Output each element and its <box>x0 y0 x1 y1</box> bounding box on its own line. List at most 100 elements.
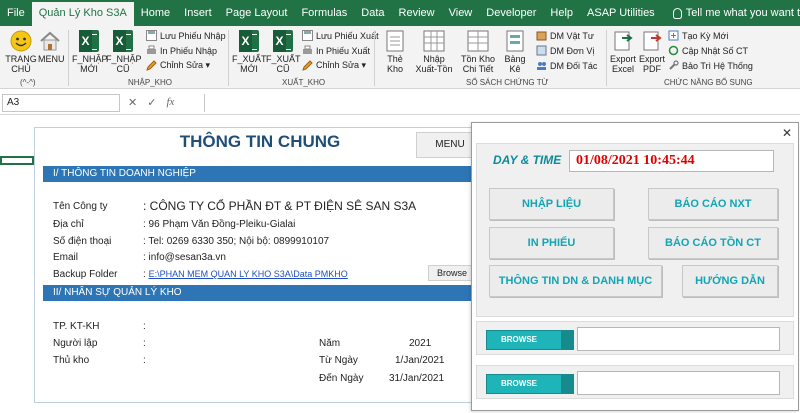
bang-ke-button[interactable]: Bảng Kê <box>500 30 530 74</box>
luu-phieu-nhap-button[interactable]: Lưu Phiếu Nhập <box>146 30 226 41</box>
tao-ky-moi-button[interactable]: Tạo Kỳ Mới <box>668 30 728 41</box>
menu-ribbon-button[interactable]: MENU <box>38 30 65 64</box>
f-nhap-moi-button[interactable]: F_NHẬP MỚI <box>72 30 108 74</box>
in-phieu-xuat-button[interactable]: In Phiếu Xuất <box>302 45 370 56</box>
lightbulb-icon <box>672 7 682 19</box>
tell-me-text: Tell me what you want to do <box>685 7 800 19</box>
table-icon <box>423 30 445 52</box>
bao-tri-he-thong-button[interactable]: Bảo Trì Hệ Thống <box>668 60 753 71</box>
tu-ngay-label: Từ Ngày <box>319 355 358 366</box>
dm-don-vi-button[interactable]: DM Đơn Vị <box>536 45 594 56</box>
backup-folder-label: Backup Folder <box>53 269 118 280</box>
f-nhap-cu-button[interactable]: F_NHẬP CŨ <box>106 30 142 74</box>
excel-icon <box>273 30 293 52</box>
nhap-lieu-button[interactable]: NHẬP LIỆU <box>489 188 614 220</box>
selected-cell[interactable] <box>0 156 34 165</box>
tab-quan-ly-kho[interactable]: Quản Lý Kho S3A <box>31 2 134 26</box>
excel-icon <box>79 30 99 52</box>
export-excel-button[interactable]: Export Excel <box>608 30 638 74</box>
cap-nhat-so-ct-button[interactable]: Cập Nhật Số CT <box>668 45 748 56</box>
in-phieu-nhap-button[interactable]: In Phiếu Nhập <box>146 45 217 56</box>
ten-cong-ty-value: : CÔNG TY CỔ PHẦN ĐT & PT ĐIỆN SÊ SAN S3… <box>143 199 417 213</box>
f-xuat-cu-button[interactable]: F_XUẤT CŨ <box>266 30 301 74</box>
dia-chi-label: Địa chỉ <box>53 219 84 230</box>
chinh-sua-nhap-dropdown[interactable]: Chỉnh Sửa ▾ <box>146 60 210 71</box>
ton-kho-chi-tiet-label: Tồn Kho Chi Tiết <box>460 54 496 74</box>
browse-path-field-2[interactable] <box>577 371 780 395</box>
save-icon <box>146 30 157 41</box>
tab-review[interactable]: Review <box>392 0 442 26</box>
info-panel: THÔNG TIN CHUNG MENU I/ THÔNG TIN DOANH … <box>34 127 484 403</box>
tab-page-layout[interactable]: Page Layout <box>219 0 295 26</box>
export-pdf-button[interactable]: Export PDF <box>638 30 666 74</box>
group-separator <box>606 30 607 86</box>
export-pdf-label: Export PDF <box>638 54 665 74</box>
luu-phieu-xuat-button[interactable]: Lưu Phiếu Xuất <box>302 30 379 41</box>
tab-insert[interactable]: Insert <box>177 0 219 26</box>
chinh-sua-xuat-label: Chỉnh Sửa ▾ <box>316 60 367 70</box>
excel-icon <box>239 30 259 52</box>
tao-ky-moi-label: Tạo Kỳ Mới <box>682 30 729 41</box>
tab-developer[interactable]: Developer <box>479 0 543 26</box>
in-phieu-nhap-label: In Phiếu Nhập <box>160 45 218 56</box>
thu-kho-label: Thủ kho <box>53 355 90 366</box>
bao-cao-nxt-button[interactable]: BÁO CÁO NXT <box>648 188 778 220</box>
thong-tin-dn-danh-muc-button[interactable]: THÔNG TIN DN & DANH MỤC <box>489 265 662 297</box>
tab-formulas[interactable]: Formulas <box>294 0 354 26</box>
dm-doi-tac-label: DM Đối Tác <box>550 60 598 71</box>
tab-home[interactable]: Home <box>134 0 177 26</box>
smiley-icon <box>10 30 32 52</box>
nam-label: Năm <box>319 338 341 349</box>
dia-chi-value: : 96 Phạm Văn Đồng-Pleiku-Gialai <box>143 219 296 230</box>
close-icon[interactable]: ✕ <box>782 126 792 140</box>
group-separator <box>68 30 69 86</box>
chinh-sua-xuat-dropdown[interactable]: Chỉnh Sửa ▾ <box>302 60 366 71</box>
dm-don-vi-label: DM Đơn Vị <box>550 45 595 56</box>
export-icon <box>614 31 633 51</box>
dm-vat-tu-button[interactable]: DM Vật Tư <box>536 30 594 41</box>
huong-dan-button[interactable]: HƯỚNG DẪN <box>682 265 778 297</box>
f-nhap-cu-label: F_NHẬP CŨ <box>106 54 142 74</box>
email-value: : info@sesan3a.vn <box>143 252 226 263</box>
fx-icon[interactable]: fx <box>166 96 174 109</box>
enter-icon[interactable]: ✓ <box>147 96 156 109</box>
trang-chu-label: TRANG CHỦ <box>5 54 37 74</box>
f-xuat-moi-button[interactable]: F_XUẤT MỚI <box>232 30 267 74</box>
table-icon <box>467 30 489 52</box>
tab-asap-utilities[interactable]: ASAP Utilities <box>580 0 662 26</box>
cancel-icon[interactable]: ✕ <box>128 96 137 109</box>
ten-cong-ty-label: Tên Công ty <box>53 201 108 212</box>
tell-me-box[interactable]: Tell me what you want to do <box>666 0 800 26</box>
pdf-icon <box>643 31 662 51</box>
group-label-xuat-kho: XUẤT_KHO <box>282 78 326 87</box>
the-kho-button[interactable]: Thẻ Kho <box>380 30 410 74</box>
tab-view[interactable]: View <box>442 0 480 26</box>
formula-input[interactable] <box>204 94 798 112</box>
backup-folder-value: : E:\PHAN MEM QUAN LY KHO S3A\Data PMKHO <box>143 269 348 280</box>
group-separator <box>374 30 375 86</box>
group-label-so-sach: SỔ SÁCH CHỨNG TỪ <box>466 78 549 87</box>
formula-bar: A3 ✕ ✓ fx <box>0 91 800 115</box>
edit-icon <box>146 60 157 71</box>
ton-kho-chi-tiet-button[interactable]: Tồn Kho Chi Tiết <box>458 30 498 74</box>
name-box[interactable]: A3 <box>2 94 120 112</box>
refresh-icon <box>668 45 679 56</box>
chinh-sua-nhap-label: Chỉnh Sửa ▾ <box>160 60 211 70</box>
nam-value: 2021 <box>409 338 432 349</box>
browse-group-1: BROWSE <box>476 321 794 355</box>
nhap-xuat-ton-button[interactable]: Nhập Xuất-Tồn <box>414 30 454 74</box>
tab-help[interactable]: Help <box>543 0 580 26</box>
tab-data[interactable]: Data <box>354 0 391 26</box>
dm-doi-tac-button[interactable]: DM Đối Tác <box>536 60 597 71</box>
browse-path-field-1[interactable] <box>577 327 780 351</box>
group-label-nhap-kho: NHẬP_KHO <box>128 78 173 87</box>
trang-chu-button[interactable]: TRANG CHỦ <box>4 30 38 74</box>
bao-cao-ton-ct-button[interactable]: BÁO CÁO TỒN CT <box>648 227 778 259</box>
menu-ribbon-label: MENU <box>38 54 65 64</box>
save-icon <box>302 30 313 41</box>
tu-ngay-value: 1/Jan/2021 <box>395 355 445 366</box>
tab-file[interactable]: File <box>0 0 32 26</box>
dm-vat-tu-label: DM Vật Tư <box>550 30 594 41</box>
backup-folder-link[interactable]: E:\PHAN MEM QUAN LY KHO S3A\Data PMKHO <box>149 269 348 279</box>
in-phieu-button[interactable]: IN PHIẾU <box>489 227 614 259</box>
